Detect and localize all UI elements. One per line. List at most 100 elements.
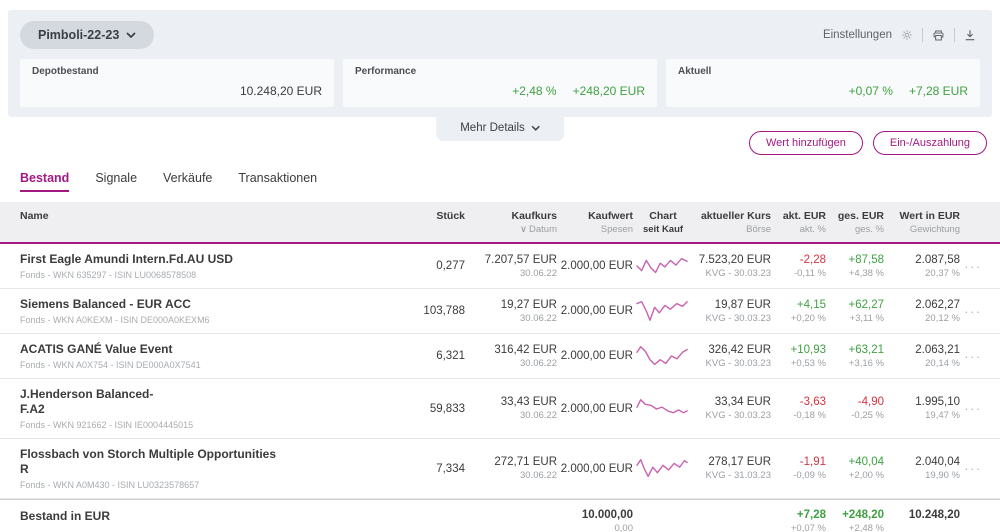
- print-button[interactable]: [932, 29, 945, 42]
- fund-name[interactable]: J.Henderson Balanced- F.A2: [20, 387, 407, 417]
- col-header-wert[interactable]: Wert in EUR Gewichtung: [884, 210, 960, 235]
- cell-akt-kurs: 33,34 EUR: [693, 396, 771, 408]
- cell-ges-eur: -4,90: [826, 396, 884, 408]
- card-performance: Performance +2,48 % +248,20 EUR: [343, 59, 657, 107]
- summary-akt-eur: +7,28: [771, 509, 826, 521]
- cell-kaufkurs: 7.207,57 EUR: [465, 254, 557, 266]
- divider: [922, 28, 923, 42]
- card-label: Depotbestand: [32, 66, 322, 77]
- cell-kaufkurs: 19,27 EUR: [465, 299, 557, 311]
- view-tabs: Bestand Signale Verkäufe Transaktionen: [20, 171, 980, 192]
- summary-wert: 10.248,20: [884, 509, 960, 521]
- cell-ges-eur: +63,21: [826, 344, 884, 356]
- performance-percent: +2,48 %: [512, 84, 556, 98]
- table-row[interactable]: J.Henderson Balanced- F.A2 Fonds - WKN 9…: [0, 379, 1000, 439]
- cell-wert: 2.087,58: [884, 254, 960, 266]
- cell-gewichtung: 20,12 %: [884, 313, 960, 324]
- table-row[interactable]: Flossbach von Storch Multiple Opportunit…: [0, 439, 1000, 499]
- aktuell-percent: +0,07 %: [849, 84, 893, 98]
- cell-stueck: 6,321: [407, 350, 465, 362]
- download-button[interactable]: [964, 29, 976, 41]
- col-header-kaufkurs[interactable]: Kaufkurs ∨Datum: [465, 210, 557, 235]
- cell-gewichtung: 19,90 %: [884, 470, 960, 481]
- cell-boerse: KVG - 31.03.23: [693, 470, 771, 481]
- col-header-akt-eur[interactable]: akt. EUR akt. %: [771, 210, 826, 235]
- cell-akt-eur: -3,63: [771, 396, 826, 408]
- fund-name[interactable]: Siemens Balanced - EUR ACC: [20, 297, 407, 312]
- summary-ges-pct: +2,48 %: [826, 523, 884, 532]
- col-header-chart: Chart seit Kauf: [633, 210, 693, 235]
- tab-transaktionen[interactable]: Transaktionen: [238, 171, 317, 192]
- sparkline-chart[interactable]: [633, 396, 693, 422]
- kebab-icon[interactable]: ···: [960, 305, 986, 318]
- cell-akt-eur: -2,28: [771, 254, 826, 266]
- sub-header-row: Mehr Details Wert hinzufügen Ein-/Auszah…: [0, 117, 1000, 163]
- cell-akt-kurs: 19,87 EUR: [693, 299, 771, 311]
- sparkline-chart[interactable]: [633, 298, 693, 324]
- sparkline-chart[interactable]: [633, 343, 693, 369]
- cell-kaufkurs: 33,43 EUR: [465, 396, 557, 408]
- cell-wert: 1.995,10: [884, 396, 960, 408]
- tab-verkaeufe[interactable]: Verkäufe: [163, 171, 212, 192]
- col-header-akt-kurs[interactable]: aktueller Kurs Börse: [693, 210, 771, 235]
- fund-name[interactable]: Flossbach von Storch Multiple Opportunit…: [20, 447, 407, 477]
- more-details-button[interactable]: Mehr Details: [436, 117, 564, 141]
- cell-kauf-datum: 30.06.22: [465, 470, 557, 481]
- table-header-row: Name Stück Kaufkurs ∨Datum Kaufwert Spes…: [0, 202, 1000, 244]
- cell-ges-pct: -0,25 %: [826, 410, 884, 421]
- add-value-button[interactable]: Wert hinzufügen: [749, 131, 863, 155]
- deposit-withdraw-button[interactable]: Ein-/Auszahlung: [873, 131, 987, 155]
- cell-akt-eur: -1,91: [771, 456, 826, 468]
- table-row[interactable]: ACATIS GANÉ Value Event Fonds - WKN A0X7…: [0, 334, 1000, 379]
- chevron-down-icon: [126, 32, 136, 38]
- summary-row-bestand: Bestand in EUR 10.000,00 0,00 +7,28 +0,0…: [0, 499, 1000, 532]
- fund-name[interactable]: First Eagle Amundi Intern.Fd.AU USD: [20, 252, 407, 267]
- col-header-name[interactable]: Name: [20, 210, 407, 222]
- cell-kaufwert: 2.000,00 EUR: [557, 260, 633, 272]
- fund-identifiers: Fonds - WKN A0M430 - ISIN LU0323578657: [20, 480, 407, 490]
- cell-kauf-datum: 30.06.22: [465, 268, 557, 279]
- cell-stueck: 7,334: [407, 463, 465, 475]
- cell-akt-kurs: 278,17 EUR: [693, 456, 771, 468]
- cell-kaufwert: 2.000,00 EUR: [557, 305, 633, 317]
- settings-label[interactable]: Einstellungen: [823, 29, 892, 41]
- kebab-icon[interactable]: ···: [960, 402, 986, 415]
- cell-kaufkurs: 316,42 EUR: [465, 344, 557, 356]
- cell-boerse: KVG - 30.03.23: [693, 358, 771, 369]
- table-body: First Eagle Amundi Intern.Fd.AU USD Fond…: [0, 244, 1000, 499]
- table-row[interactable]: First Eagle Amundi Intern.Fd.AU USD Fond…: [0, 244, 1000, 289]
- col-header-ges-eur[interactable]: ges. EUR ges. %: [826, 210, 884, 235]
- cell-ges-pct: +3,16 %: [826, 358, 884, 369]
- col-header-kaufwert[interactable]: Kaufwert Spesen: [557, 210, 633, 235]
- sparkline-chart[interactable]: [633, 456, 693, 482]
- cell-akt-eur: +10,93: [771, 344, 826, 356]
- cell-wert: 2.063,21: [884, 344, 960, 356]
- cell-akt-pct: +0,20 %: [771, 313, 826, 324]
- cell-kaufkurs: 272,71 EUR: [465, 456, 557, 468]
- chevron-down-icon: [531, 125, 540, 131]
- sparkline-chart[interactable]: [633, 253, 693, 279]
- tab-signale[interactable]: Signale: [95, 171, 137, 192]
- cell-akt-pct: +0,53 %: [771, 358, 826, 369]
- cell-stueck: 103,788: [407, 305, 465, 317]
- card-label: Performance: [355, 66, 645, 77]
- col-header-stueck[interactable]: Stück: [407, 210, 465, 222]
- kebab-icon[interactable]: ···: [960, 350, 986, 363]
- portfolio-selector[interactable]: Pimboli-22-23: [20, 21, 154, 49]
- gear-icon[interactable]: [901, 29, 913, 41]
- tab-bestand[interactable]: Bestand: [20, 171, 69, 192]
- cell-akt-pct: -0,11 %: [771, 268, 826, 279]
- summary-spesen: 0,00: [557, 523, 633, 532]
- cell-kaufwert: 2.000,00 EUR: [557, 463, 633, 475]
- summary-label: Bestand in EUR: [20, 509, 407, 523]
- cell-kauf-datum: 30.06.22: [465, 358, 557, 369]
- summary-akt-pct: +0,07 %: [771, 523, 826, 532]
- kebab-icon[interactable]: ···: [960, 462, 986, 475]
- cell-ges-eur: +87,58: [826, 254, 884, 266]
- fund-name[interactable]: ACATIS GANÉ Value Event: [20, 342, 407, 357]
- kebab-icon[interactable]: ···: [960, 260, 986, 273]
- card-depotbestand: Depotbestand 10.248,20 EUR: [20, 59, 334, 107]
- portfolio-name: Pimboli-22-23: [38, 28, 119, 42]
- table-row[interactable]: Siemens Balanced - EUR ACC Fonds - WKN A…: [0, 289, 1000, 334]
- holdings-table: Name Stück Kaufkurs ∨Datum Kaufwert Spes…: [0, 202, 1000, 532]
